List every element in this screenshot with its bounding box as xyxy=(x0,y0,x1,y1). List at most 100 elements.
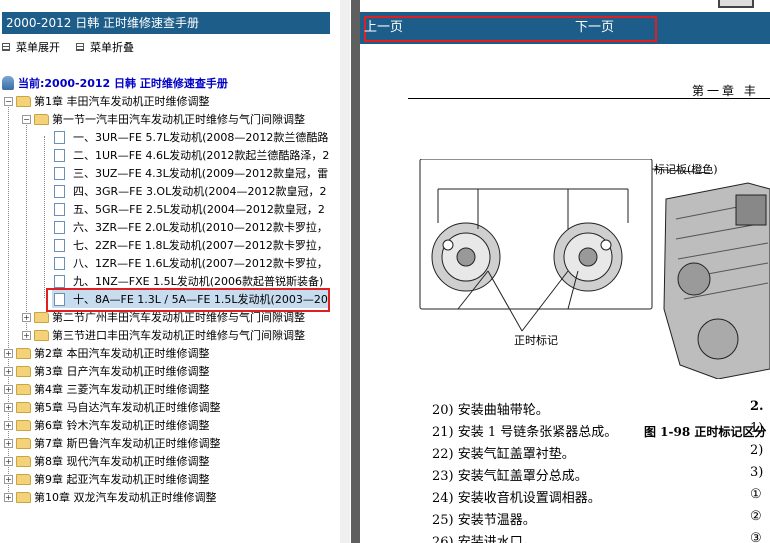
toc-pane: 2000-2012 日韩 正时维修速查手册 菜单展开 菜单折叠 当前:2000-… xyxy=(0,0,350,543)
fig-label-timing-mark: 正时标记 xyxy=(514,333,558,347)
engine-timing-figure: 标记板(橙色) 正时标记 xyxy=(419,159,770,379)
tree-chapter-label: 第10章 双龙汽车发动机正时维修调整 xyxy=(34,491,217,504)
expand-icon[interactable]: + xyxy=(4,384,13,394)
list-icon xyxy=(2,43,10,51)
selection-highlight-box xyxy=(46,288,330,312)
tree-chapter[interactable]: + 第8章 现代汽车发动机正时维修调整 xyxy=(4,452,210,470)
expand-icon[interactable]: + xyxy=(4,492,13,502)
prev-page-link[interactable]: 上一页 xyxy=(364,18,403,38)
tree-chapter-label: 第2章 本田汽车发动机正时维修调整 xyxy=(34,347,210,360)
expand-icon[interactable]: + xyxy=(4,438,13,448)
folder-icon xyxy=(16,455,31,467)
document-icon xyxy=(54,148,65,162)
tree-connector xyxy=(44,136,45,298)
folder-open-icon xyxy=(34,113,49,125)
tree-doc-item[interactable]: 五、5GR—FE 2.5L发动机(2004—2012款皇冠，2 xyxy=(52,200,325,218)
viewer-pane: 上一页 下一页 第一章 丰 标记板(橙色) 正时标记 图 1-98 正时标记区分… xyxy=(360,0,770,543)
tree-root[interactable]: 当前:2000-2012 日韩 正时维修速查手册 xyxy=(2,74,228,92)
right-sprocket-drawing xyxy=(553,222,623,292)
tree-doc-item[interactable]: 一、3UR—FE 5.7L发动机(2008—2012款兰德酷路 xyxy=(52,128,328,146)
tree-doc-item[interactable]: 二、1UR—FE 4.6L发动机(2012款起兰德酷路泽，2 xyxy=(52,146,329,164)
step-line: 21) 安装 1 号链条张紧器总成。 xyxy=(432,425,618,440)
tree-chapter-label: 第3章 日产汽车发动机正时维修调整 xyxy=(34,365,210,378)
tree-doc-item[interactable]: 四、3GR—FE 3.OL发动机(2004—2012款皇冠，2 xyxy=(52,182,327,200)
tree-chapter[interactable]: + 第2章 本田汽车发动机正时维修调整 xyxy=(4,344,210,362)
expand-icon[interactable]: + xyxy=(22,312,31,322)
tree-doc-item[interactable]: 七、2ZR—FE 1.8L发动机(2007—2012款卡罗拉， xyxy=(52,236,328,254)
expand-icon[interactable]: + xyxy=(4,420,13,430)
folder-icon xyxy=(16,365,31,377)
step-line: 23) 安装气缸盖罩分总成。 xyxy=(432,469,588,484)
tree-chapter-label: 第4章 三菱汽车发动机正时维修调整 xyxy=(34,383,210,396)
tree-chapter-label: 第5章 马自达汽车发动机正时维修调整 xyxy=(34,401,221,414)
tree-doc-label: 九、1NZ—FXE 1.5L发动机(2006款起普锐斯装备) xyxy=(73,275,324,288)
document-icon xyxy=(54,274,65,288)
tree-section-3[interactable]: + 第三节进口丰田汽车发动机正时维修与气门间隙调整 xyxy=(22,326,305,344)
expand-icon[interactable]: + xyxy=(4,348,13,358)
tree-doc-label: 三、3UZ—FE 4.3L发动机(2009—2012款皇冠，雷 xyxy=(73,167,329,180)
tree-section-1[interactable]: − 第一节一汽丰田汽车发动机正时维修与气门间隙调整 xyxy=(22,110,305,128)
tree-chapter-1[interactable]: − 第1章 丰田汽车发动机正时维修调整 xyxy=(4,92,210,110)
toc-title: 2000-2012 日韩 正时维修速查手册 xyxy=(2,12,330,34)
tree-doc-item[interactable]: 三、3UZ—FE 4.3L发动机(2009—2012款皇冠，雷 xyxy=(52,164,328,182)
right-column-text: 2) xyxy=(750,443,764,458)
document-icon xyxy=(54,202,65,216)
fig-label-marker-plate: 标记板(橙色) xyxy=(654,162,718,176)
tree-section-label: 第一节一汽丰田汽车发动机正时维修与气门间隙调整 xyxy=(52,113,305,126)
list-icon xyxy=(76,43,84,51)
step-line: 26) 安装进水口。 xyxy=(432,535,536,543)
document-icon xyxy=(54,130,65,144)
folder-icon xyxy=(16,401,31,413)
viewer-top-strip xyxy=(360,0,770,10)
collapse-icon[interactable]: − xyxy=(4,96,13,106)
window-button[interactable] xyxy=(718,0,754,8)
tree-chapter[interactable]: + 第10章 双龙汽车发动机正时维修调整 xyxy=(4,488,217,506)
step-line: 20) 安装曲轴带轮。 xyxy=(432,403,549,418)
tree-chapter[interactable]: + 第7章 斯巴鲁汽车发动机正时维修调整 xyxy=(4,434,221,452)
folder-icon xyxy=(16,437,31,449)
pane-splitter[interactable] xyxy=(351,0,360,543)
tree-chapter-label: 第1章 丰田汽车发动机正时维修调整 xyxy=(34,95,210,108)
tree-chapter[interactable]: + 第3章 日产汽车发动机正时维修调整 xyxy=(4,362,210,380)
tree-chapter-label: 第8章 现代汽车发动机正时维修调整 xyxy=(34,455,210,468)
folder-open-icon xyxy=(16,95,31,107)
folder-icon xyxy=(34,311,49,323)
folder-icon xyxy=(16,419,31,431)
right-column-text: 3) xyxy=(750,465,764,480)
step-line: 22) 安装气缸盖罩衬垫。 xyxy=(432,447,575,462)
menu-collapse-button[interactable]: 菜单折叠 xyxy=(76,39,134,55)
tree-chapter[interactable]: + 第4章 三菱汽车发动机正时维修调整 xyxy=(4,380,210,398)
expand-icon[interactable]: + xyxy=(4,402,13,412)
tree-chapter[interactable]: + 第6章 铃木汽车发动机正时维修调整 xyxy=(4,416,210,434)
folder-icon xyxy=(34,329,49,341)
figure-caption: 图 1-98 正时标记区分 xyxy=(644,425,767,439)
tree-doc-label: 一、3UR—FE 5.7L发动机(2008—2012款兰德酷路 xyxy=(73,131,329,144)
right-column-text: ① xyxy=(750,487,762,502)
expand-icon[interactable]: + xyxy=(4,474,13,484)
tree-chapter-label: 第9章 起亚汽车发动机正时维修调整 xyxy=(34,473,210,486)
book-icon xyxy=(2,76,14,90)
document-icon xyxy=(54,220,65,234)
chapter-header: 第一章 丰 xyxy=(692,84,759,98)
right-column-text: ③ xyxy=(750,531,762,543)
collapse-icon[interactable]: − xyxy=(22,114,31,124)
next-page-link[interactable]: 下一页 xyxy=(575,18,614,38)
document-icon xyxy=(54,184,65,198)
tree-doc-label: 六、3ZR—FE 2.0L发动机(2010—2012款卡罗拉， xyxy=(73,221,328,234)
toc-scrollbar[interactable] xyxy=(340,0,350,543)
expand-icon[interactable]: + xyxy=(4,366,13,376)
expand-icon[interactable]: + xyxy=(22,330,31,340)
menu-expand-button[interactable]: 菜单展开 xyxy=(2,39,60,55)
timing-mark-leader xyxy=(487,270,569,332)
right-column-text: ② xyxy=(750,509,762,524)
tree-connector xyxy=(26,118,27,340)
tree-doc-item[interactable]: 八、1ZR—FE 1.6L发动机(2007—2012款卡罗拉， xyxy=(52,254,328,272)
tree-chapter[interactable]: + 第9章 起亚汽车发动机正时维修调整 xyxy=(4,470,210,488)
folder-icon xyxy=(16,491,31,503)
tree-chapter[interactable]: + 第5章 马自达汽车发动机正时维修调整 xyxy=(4,398,221,416)
engine-block-drawing xyxy=(663,182,770,379)
manual-page: 第一章 丰 标记板(橙色) 正时标记 图 1-98 正时标记区分 20) 安装曲… xyxy=(360,44,770,543)
tree-doc-item[interactable]: 六、3ZR—FE 2.0L发动机(2010—2012款卡罗拉， xyxy=(52,218,328,236)
expand-icon[interactable]: + xyxy=(4,456,13,466)
tree-chapter-label: 第6章 铃木汽车发动机正时维修调整 xyxy=(34,419,210,432)
